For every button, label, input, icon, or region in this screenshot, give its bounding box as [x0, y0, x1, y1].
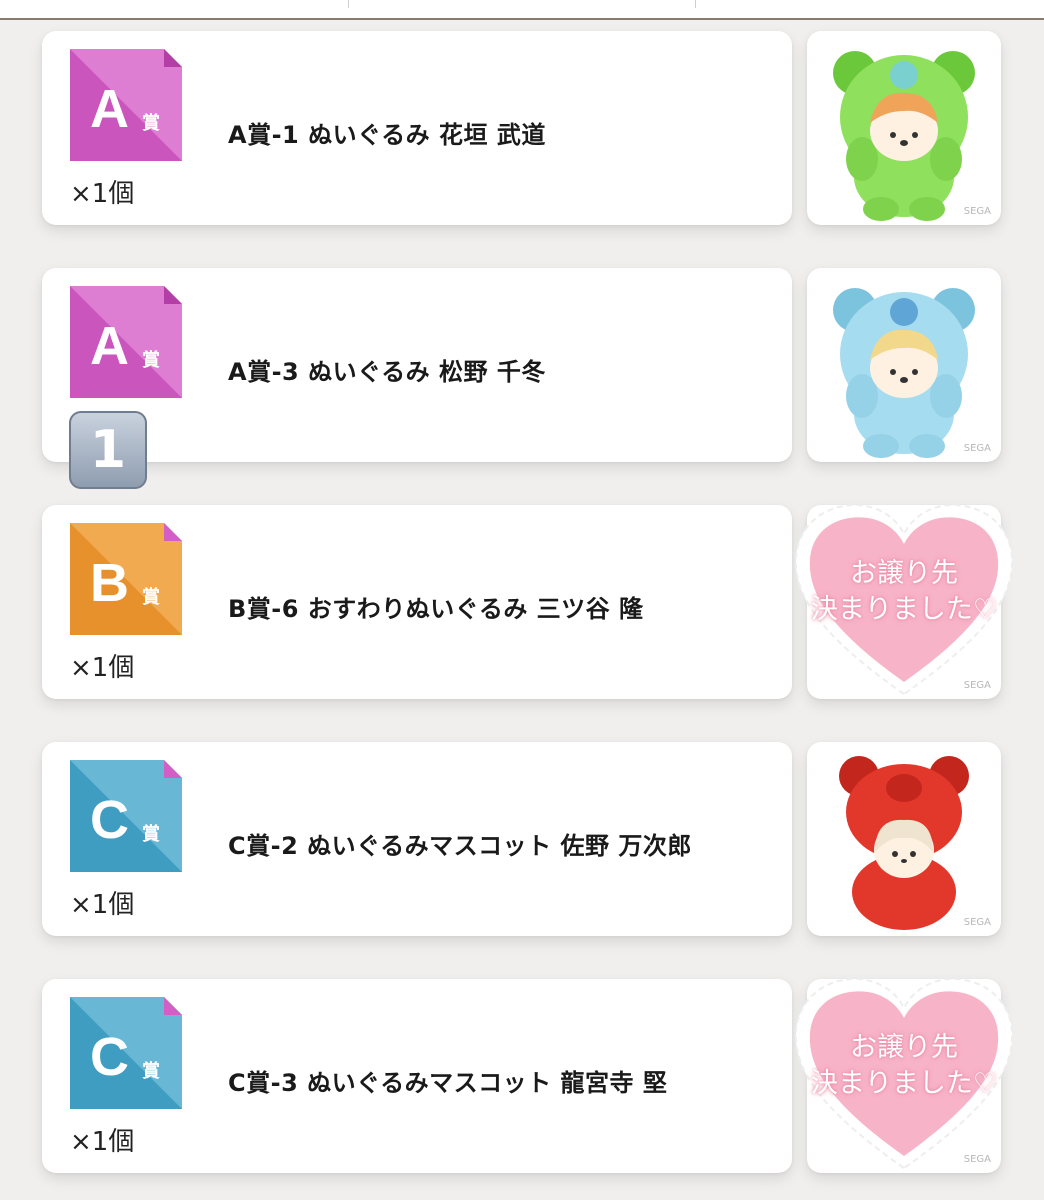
svg-text:C: C [90, 790, 129, 850]
svg-text:賞: 賞 [142, 112, 160, 134]
prize-row: A 賞 A賞-3 ぬいぐるみ 松野 千冬 1 SEGA [0, 268, 1044, 489]
tab-divider [695, 0, 696, 8]
watermark: SEGA [963, 443, 991, 454]
reserved-text: お譲り先 決まりました♡ [810, 1032, 998, 1099]
prize-quantity: ×1個 [70, 890, 135, 920]
prize-card[interactable]: C 賞 C賞-3 ぬいぐるみマスコット 龍宮寺 堅 ×1個 [42, 979, 792, 1173]
svg-text:賞: 賞 [142, 349, 160, 371]
prize-thumbnail[interactable]: SEGA [807, 31, 1001, 225]
grade-a-icon: A 賞 [70, 49, 182, 161]
svg-text:賞: 賞 [142, 823, 160, 845]
prize-title: C賞-2 ぬいぐるみマスコット 佐野 万次郎 [228, 832, 692, 860]
grade-c-icon: C 賞 [70, 760, 182, 872]
prize-quantity: ×1個 [70, 179, 135, 209]
prize-row: C 賞 C賞-2 ぬいぐるみマスコット 佐野 万次郎 ×1個 SEGA [0, 742, 1044, 938]
grade-b-icon: B 賞 [70, 523, 182, 635]
svg-text:B: B [90, 553, 129, 613]
prize-row: A 賞 A賞-1 ぬいぐるみ 花垣 武道 ×1個 SEGA [0, 31, 1044, 227]
prize-card[interactable]: A 賞 A賞-3 ぬいぐるみ 松野 千冬 1 [42, 268, 792, 489]
prize-thumbnail[interactable]: SEGA [807, 742, 1001, 936]
reserved-heart-sticker: お譲り先 決まりました♡ [788, 494, 1020, 704]
plush-image [833, 51, 975, 221]
svg-text:C: C [90, 1027, 129, 1087]
prize-title: B賞-6 おすわりぬいぐるみ 三ツ谷 隆 [228, 595, 644, 623]
prize-title: A賞-3 ぬいぐるみ 松野 千冬 [228, 358, 546, 386]
prize-quantity: ×1個 [70, 1127, 135, 1157]
plush-image [833, 288, 975, 458]
reserved-text: お譲り先 決まりました♡ [810, 558, 998, 625]
svg-text:賞: 賞 [142, 586, 160, 608]
grade-c-icon: C 賞 [70, 997, 182, 1109]
prize-title: C賞-3 ぬいぐるみマスコット 龍宮寺 堅 [228, 1069, 668, 1097]
plush-image [839, 756, 969, 930]
prize-title: A賞-1 ぬいぐるみ 花垣 武道 [228, 121, 546, 149]
prize-thumbnail[interactable]: SEGA [807, 268, 1001, 462]
prize-card[interactable]: A 賞 A賞-1 ぬいぐるみ 花垣 武道 ×1個 [42, 31, 792, 225]
keycap-one-icon: 1 [69, 411, 147, 489]
grade-a-icon: A 賞 [70, 286, 182, 398]
svg-text:賞: 賞 [142, 1060, 160, 1082]
top-tab-bar [0, 0, 1044, 20]
tab-divider [348, 0, 349, 8]
reserved-heart-sticker: お譲り先 決まりました♡ [788, 968, 1020, 1178]
prize-quantity: ×1個 [70, 653, 135, 683]
watermark: SEGA [963, 206, 991, 217]
prize-card[interactable]: B 賞 B賞-6 おすわりぬいぐるみ 三ツ谷 隆 ×1個 [42, 505, 792, 699]
svg-text:A: A [90, 79, 129, 139]
svg-text:A: A [90, 316, 129, 376]
watermark: SEGA [963, 917, 991, 928]
prize-card[interactable]: C 賞 C賞-2 ぬいぐるみマスコット 佐野 万次郎 ×1個 [42, 742, 792, 936]
